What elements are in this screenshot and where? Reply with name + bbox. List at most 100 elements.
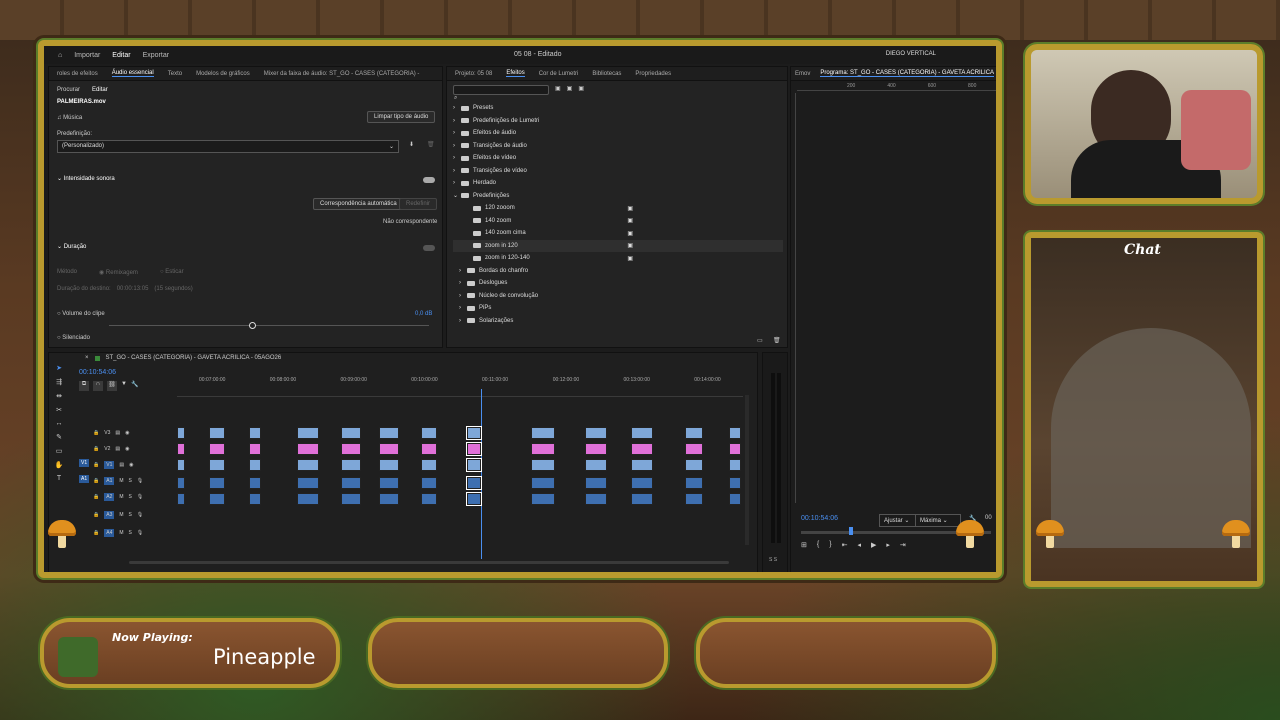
tab-mixer[interactable]: Mixer da faixa de áudio: ST_GO - CASES (… xyxy=(264,71,420,77)
effects-tree-item[interactable]: 120 zooom ▣ xyxy=(453,202,783,215)
effects-tree-item[interactable]: 140 zoom cima ▣ xyxy=(453,227,783,240)
clip-volume-slider-track[interactable] xyxy=(109,325,429,326)
source-patch[interactable]: A1 xyxy=(79,475,90,483)
tab-effect-controls[interactable]: roles de efeitos xyxy=(57,71,98,77)
timeline-clip[interactable] xyxy=(177,493,185,505)
timeline-clip[interactable] xyxy=(729,459,741,471)
home-icon[interactable]: ⌂ xyxy=(58,52,62,59)
close-icon[interactable]: × xyxy=(85,355,89,361)
yuv-effects-icon[interactable]: ▣ xyxy=(578,85,584,92)
nest-icon[interactable]: ⧉ xyxy=(79,381,89,391)
mute-row[interactable]: ○ Silenciado xyxy=(57,335,90,341)
effects-tree-item[interactable]: › Predefinições de Lumetri xyxy=(453,115,783,128)
effects-search-input[interactable]: ⌕ xyxy=(453,85,549,101)
effects-tree-item[interactable]: zoom in 120-140 ▣ xyxy=(453,252,783,265)
mute-track-icon[interactable]: M xyxy=(119,478,123,484)
mic-icon[interactable]: 🎙 xyxy=(137,494,143,500)
solo-track-icon[interactable]: S xyxy=(129,494,132,500)
clip-volume-row[interactable]: ○ Volume do clipe xyxy=(57,311,105,317)
timeline-clip[interactable] xyxy=(685,427,703,439)
trash-icon[interactable]: 🗑 xyxy=(773,337,781,344)
loudness-toggle[interactable] xyxy=(423,177,435,183)
tab-properties[interactable]: Propriedades xyxy=(635,71,671,77)
timeline-clip[interactable] xyxy=(297,427,319,439)
timeline-clip[interactable] xyxy=(685,443,703,455)
clear-audio-type-button[interactable]: Limpar tipo de áudio xyxy=(367,111,436,123)
tab-effects[interactable]: Efeitos xyxy=(506,70,525,77)
loudness-section[interactable]: ⌄ Intensidade sonora xyxy=(57,175,115,182)
effects-tree-item[interactable]: ⌄ Predefinições xyxy=(453,190,783,203)
mute-track-icon[interactable]: M xyxy=(119,530,123,536)
clip-volume-slider-handle[interactable] xyxy=(249,322,256,329)
track-header[interactable]: 🔒 V3 ▤ ◉ xyxy=(79,427,175,439)
lock-icon[interactable]: 🔒 xyxy=(93,446,99,452)
snap-icon[interactable]: ∩ xyxy=(93,381,103,391)
remix-radio[interactable]: ◉ Remixagem xyxy=(99,269,138,276)
sync-lock-icon[interactable]: ▤ xyxy=(115,430,120,436)
timeline-clip[interactable] xyxy=(421,477,437,489)
timeline-clip[interactable] xyxy=(466,426,482,440)
timeline-clip[interactable] xyxy=(209,493,225,505)
eye-icon[interactable]: ◉ xyxy=(125,446,129,452)
tab-emov[interactable]: Emov xyxy=(795,71,810,77)
ripple-edit-icon[interactable]: ⇹ xyxy=(56,392,62,400)
track-name[interactable]: V1 xyxy=(104,461,115,469)
timeline-clip[interactable] xyxy=(177,459,185,471)
timeline-clip[interactable] xyxy=(531,427,555,439)
slip-tool-icon[interactable]: ↔ xyxy=(56,420,63,427)
timeline-clip[interactable] xyxy=(729,477,741,489)
timeline-clip[interactable] xyxy=(379,493,399,505)
timeline-clip[interactable] xyxy=(209,477,225,489)
timeline-clip[interactable] xyxy=(209,427,225,439)
preset-dropdown[interactable]: (Personalizado) ⌄ xyxy=(57,140,399,153)
timeline-clip[interactable] xyxy=(379,427,399,439)
timeline-clip[interactable] xyxy=(249,477,261,489)
timeline-clip[interactable] xyxy=(585,477,607,489)
timeline-clip[interactable] xyxy=(341,477,361,489)
effects-tree-item[interactable]: › Solarizações xyxy=(453,315,783,328)
play-icon[interactable]: ▶ xyxy=(871,541,876,549)
track-name[interactable]: A1 xyxy=(104,477,115,485)
timeline-clip[interactable] xyxy=(531,443,555,455)
track-select-icon[interactable]: ⇶ xyxy=(56,378,62,386)
track-header[interactable]: 🔒 A1 M S 🎙 xyxy=(79,475,175,487)
timeline-clip[interactable] xyxy=(421,493,437,505)
32bit-effects-icon[interactable]: ▣ xyxy=(567,85,573,92)
workspace-label[interactable]: DIEGO VERTICAL xyxy=(886,51,936,57)
timeline-clip[interactable] xyxy=(249,493,261,505)
mic-icon[interactable]: 🎙 xyxy=(137,512,143,518)
timeline-clip[interactable] xyxy=(209,443,225,455)
timeline-clip[interactable] xyxy=(631,459,653,471)
timeline-hscroll[interactable] xyxy=(129,561,729,564)
go-to-out-icon[interactable]: ⇥ xyxy=(900,541,906,549)
subtab-edit[interactable]: Editar xyxy=(92,87,108,93)
linked-selection-icon[interactable]: ⛓ xyxy=(107,381,117,391)
timeline-clip[interactable] xyxy=(585,493,607,505)
sync-lock-icon[interactable]: ▤ xyxy=(119,462,124,468)
timeline-clip[interactable] xyxy=(249,459,261,471)
timeline-clip[interactable] xyxy=(466,442,482,456)
menu-importar[interactable]: Importar xyxy=(74,52,100,59)
timeline-clip[interactable] xyxy=(466,458,482,472)
hand-tool-icon[interactable]: ✋ xyxy=(55,461,64,469)
wrench-icon[interactable]: 🔧 xyxy=(131,381,138,391)
lock-icon[interactable]: 🔒 xyxy=(93,512,99,518)
timeline-clip[interactable] xyxy=(585,459,607,471)
timeline-clip[interactable] xyxy=(729,493,741,505)
tab-libraries[interactable]: Bibliotecas xyxy=(592,71,621,77)
timeline-clip[interactable] xyxy=(341,443,361,455)
effects-tree-item[interactable]: › Deslogues xyxy=(453,277,783,290)
razor-tool-icon[interactable]: ✂ xyxy=(56,406,62,414)
timeline-clip[interactable] xyxy=(379,459,399,471)
track-name[interactable]: V3 xyxy=(104,430,110,436)
effects-tree-item[interactable]: › Efeitos de áudio xyxy=(453,127,783,140)
selection-tool-icon[interactable]: ➤ xyxy=(56,364,62,372)
marker-icon[interactable]: ⊞ xyxy=(801,541,807,549)
timeline-clip[interactable] xyxy=(249,443,261,455)
track-header[interactable]: 🔒 V1 ▤ ◉ xyxy=(79,459,175,471)
duration-section[interactable]: ⌄ Duração xyxy=(57,243,86,250)
timeline-clip[interactable] xyxy=(585,427,607,439)
timeline-clip[interactable] xyxy=(466,476,482,490)
lock-icon[interactable]: 🔒 xyxy=(93,494,99,500)
timeline-clip[interactable] xyxy=(379,443,399,455)
